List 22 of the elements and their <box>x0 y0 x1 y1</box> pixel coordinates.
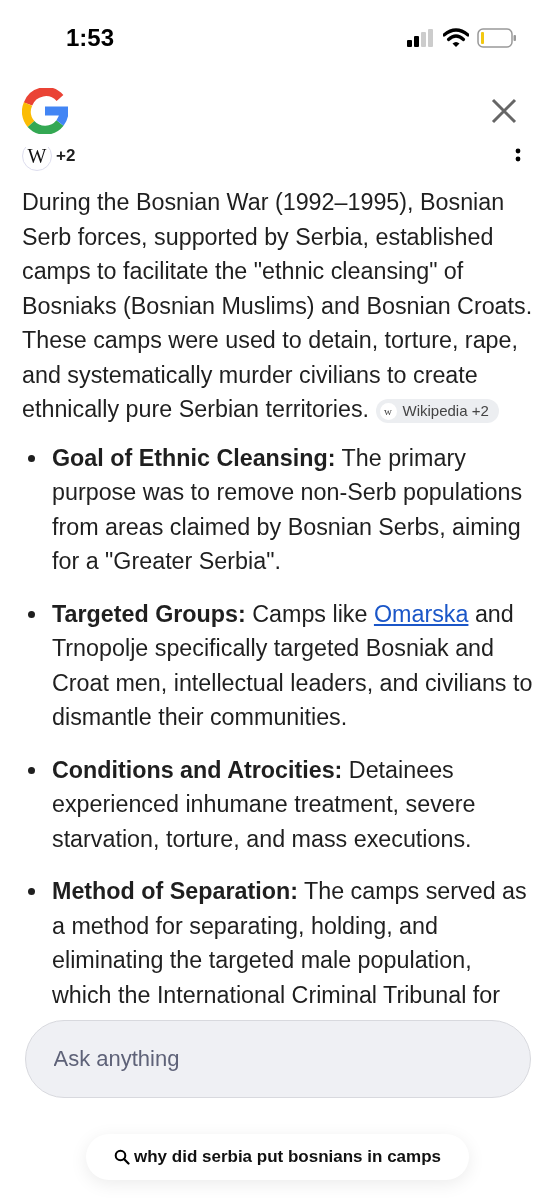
bullet-icon <box>28 888 35 895</box>
bullet-text: Conditions and Atrocities: Detainees experienced inhumane treatment, severe starvation, torture, and mass executions. <box>52 755 477 854</box>
status-time: 1:53 <box>66 23 115 52</box>
wifi-icon <box>443 27 469 48</box>
link[interactable]: Omarska <box>373 600 469 627</box>
source-chip[interactable]: w Wikipedia +2 <box>375 399 499 423</box>
more-icon <box>515 147 521 163</box>
bullet-text: Goal of Ethnic Cleansing: The primary purpose was to remove non-Serb populations from areas claimed by Bosnian Serbs, aiming for a "Greater Serbia". <box>52 443 524 576</box>
search-icon <box>114 1149 130 1165</box>
signal-icon <box>407 28 435 47</box>
bullet-text: Targeted Groups: Camps like Omarska and Trnopolje specifically targeted Bosniak and Croat men, intellectual leaders, and civilians to dismantle their communities. <box>52 599 533 732</box>
source-count: +2 <box>56 147 76 166</box>
bullet-icon <box>28 610 35 618</box>
bullet-icon <box>28 766 35 774</box>
ask-field[interactable]: Ask anything <box>24 1020 531 1098</box>
answer-paragraph: During the Bosnian War (1992–1995), Bosnian Serb forces, supported by Serbia, established camps to facilitate the "ethnic cleansing" of Bosniaks (Bosnian Muslims) and Bosnian Croats. These camps were used to detain, torture, rape, and systematically murder civilians to create ethnically pure Serbian territories. w Wikipedia +2 <box>22 188 533 425</box>
g-logo-icon <box>22 88 68 134</box>
battery-icon <box>477 27 517 48</box>
query-pill[interactable]: why did serbia put bosnians in camps <box>86 1134 469 1180</box>
bullet-text: Method of Separation: The camps served as a method for separating, holding, and eliminating the targeted male population, which the International Criminal Tribunal for <box>52 877 528 1004</box>
close-button[interactable] <box>491 98 517 124</box>
bullet-icon <box>28 454 35 462</box>
